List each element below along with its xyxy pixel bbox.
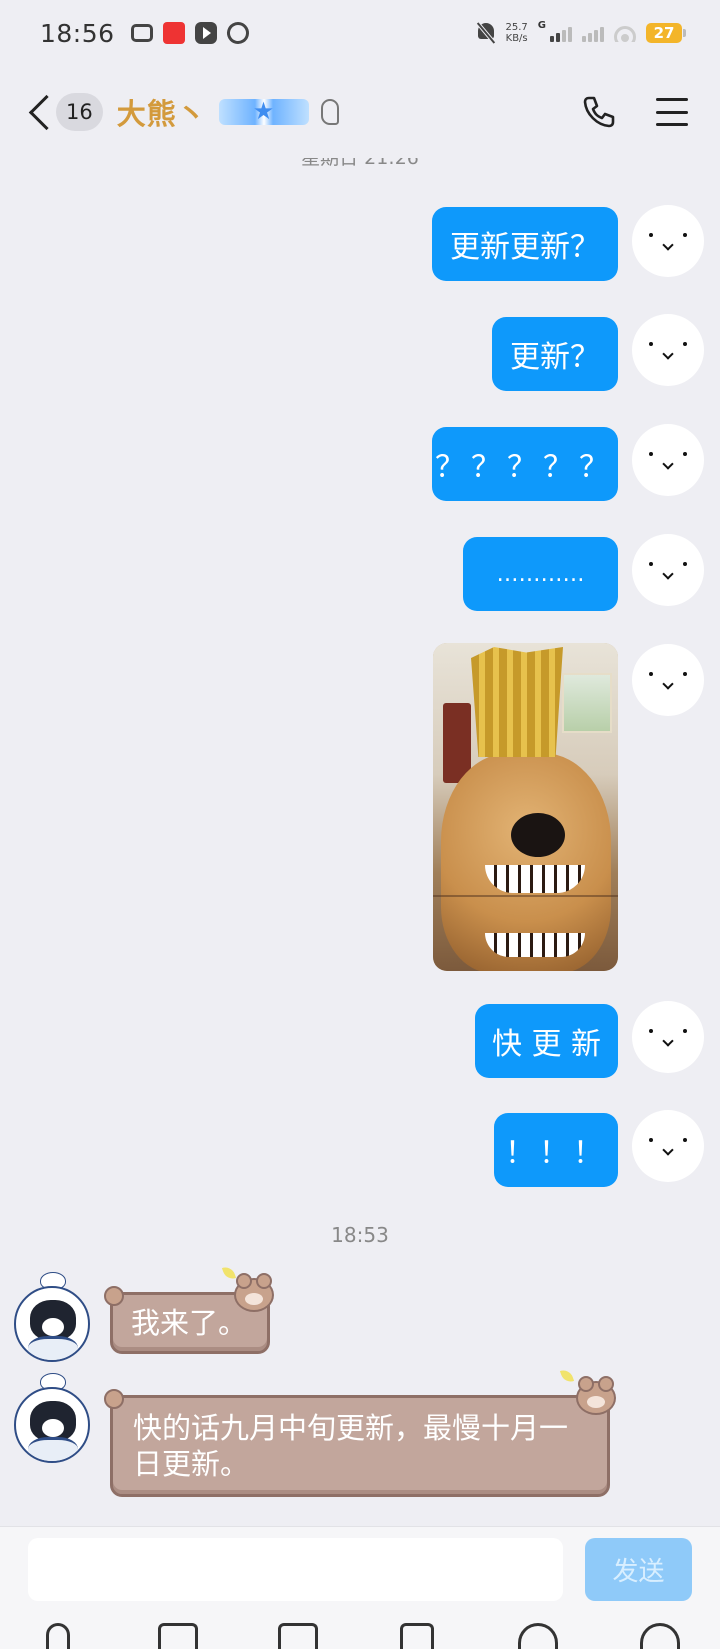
message-bubble-out[interactable]: 更新更新？ [432,207,618,281]
avatar-face-icon [632,314,704,386]
status-time: 18:56 [40,18,115,48]
message-out: 快 更 新 [475,1001,704,1078]
message-bubble-out[interactable]: 快 更 新 [475,1004,618,1078]
mic-icon[interactable] [46,1623,70,1649]
link-app-icon [222,17,253,49]
video-app-icon [194,22,217,44]
message-input[interactable] [28,1538,563,1601]
avatar-face-icon [632,1001,704,1073]
wifi-icon [614,24,636,42]
baidu-app-icon [162,22,185,44]
message-bubble-out[interactable]: ！！！ [494,1113,618,1187]
image-message[interactable] [433,643,618,971]
my-avatar[interactable] [632,644,704,716]
message-out: ………… [463,534,704,611]
my-avatar[interactable] [632,534,704,606]
menu-icon[interactable] [656,98,688,126]
message-out: 更新？ [492,314,704,391]
time-separator: 18:53 [331,1223,389,1247]
send-button[interactable]: 发送 [585,1538,692,1601]
battery-icon: 27 [646,23,686,43]
mute-bell-icon [476,22,496,44]
contact-avatar[interactable] [14,1387,90,1463]
network-speed: 25.7 KB/s [506,22,528,44]
ear-icon[interactable] [320,99,339,125]
message-bubble-out[interactable]: 更新？ [492,317,618,391]
plus-icon[interactable] [640,1623,680,1649]
vip-badge-icon: ★ [218,97,309,125]
avatar-face-icon [632,205,704,277]
message-bubble-in[interactable]: 快的话九月中旬更新，最慢十月一日更新。 [110,1395,610,1497]
message-out: ！！！ [494,1110,704,1187]
status-app-icons [130,17,253,49]
photo-icon[interactable] [158,1623,198,1649]
message-out: ？？？？？ [432,424,704,501]
my-avatar[interactable] [632,1001,704,1073]
tv-app-icon [130,24,153,42]
red-packet-icon[interactable] [400,1623,434,1649]
bear-decoration-icon [576,1376,616,1415]
toolbar [0,1623,720,1649]
back-icon[interactable] [24,92,52,132]
my-avatar[interactable] [632,314,704,386]
avatar-face-icon [632,534,704,606]
signal-icon [550,24,572,42]
avatar-face-icon [632,644,704,716]
contact-avatar[interactable] [14,1286,90,1362]
my-avatar[interactable] [632,1110,704,1182]
avatar-face-icon [632,1110,704,1182]
chat-header: 16 大熊丶 ★ [0,66,720,158]
my-avatar[interactable] [632,205,704,277]
my-avatar[interactable] [632,424,704,496]
bear-decoration-icon [234,1273,275,1312]
network-speed-unit: KB/s [505,33,528,44]
network-type: G [537,20,546,31]
camera-icon[interactable] [278,1623,318,1649]
message-bubble-out[interactable]: ………… [463,537,618,611]
signal-2-icon [582,24,604,42]
input-bar: 发送 [0,1526,720,1649]
message-bubble-out[interactable]: ？？？？？ [432,427,618,501]
message-in: 我来了。 [14,1264,275,1362]
avatar-face-icon [632,424,704,496]
phone-icon[interactable] [582,95,616,129]
emoji-icon[interactable] [518,1623,558,1649]
contact-name[interactable]: 大熊丶 [117,91,207,133]
network-speed-value: 25.7 [505,22,528,33]
status-bar: 18:56 25.7 KB/s G 27 [0,0,720,66]
message-out-image [433,643,704,971]
message-out: 更新更新？ [432,205,704,281]
message-in: 快的话九月中旬更新，最慢十月一日更新。 [14,1367,616,1497]
